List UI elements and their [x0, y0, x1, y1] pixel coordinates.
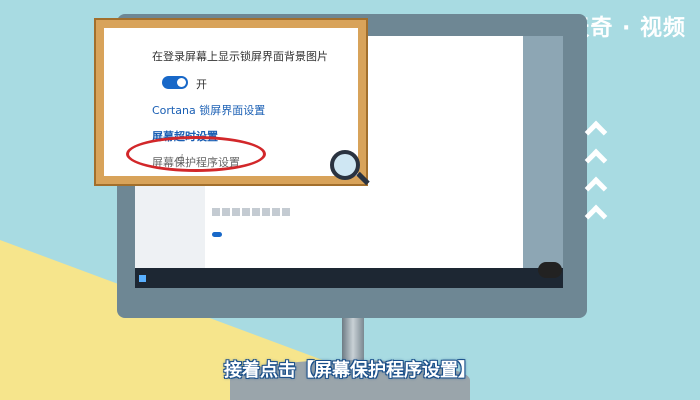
swatch[interactable] [222, 208, 230, 216]
toggle-state-label: 开 [196, 78, 207, 91]
chevron-up-icons [584, 118, 608, 228]
mini-toggle[interactable] [212, 232, 222, 237]
highlight-ellipse [126, 136, 266, 172]
background-swatches [212, 208, 290, 216]
hand-cursor-icon: ☝ [176, 152, 185, 168]
instruction-caption: 接着点击【屏幕保护程序设置】 [224, 360, 476, 381]
chevron-up-icon [584, 120, 608, 144]
swatch[interactable] [272, 208, 280, 216]
swatch[interactable] [232, 208, 240, 216]
notification-badge [538, 262, 562, 278]
taskbar [135, 268, 563, 288]
show-background-label: 在登录屏幕上显示锁屏界面背景图片 [152, 50, 328, 63]
swatch[interactable] [262, 208, 270, 216]
screen-right-panel [523, 36, 563, 268]
chevron-up-icon [584, 204, 608, 228]
swatch[interactable] [252, 208, 260, 216]
cortana-lock-screen-link[interactable]: Cortana 锁屏界面设置 [152, 102, 265, 118]
swatch[interactable] [212, 208, 220, 216]
windows-start-icon[interactable] [139, 274, 146, 282]
chevron-up-icon [584, 148, 608, 172]
chevron-up-icon [584, 176, 608, 200]
swatch[interactable] [242, 208, 250, 216]
swatch[interactable] [282, 208, 290, 216]
background-toggle[interactable] [162, 76, 188, 89]
